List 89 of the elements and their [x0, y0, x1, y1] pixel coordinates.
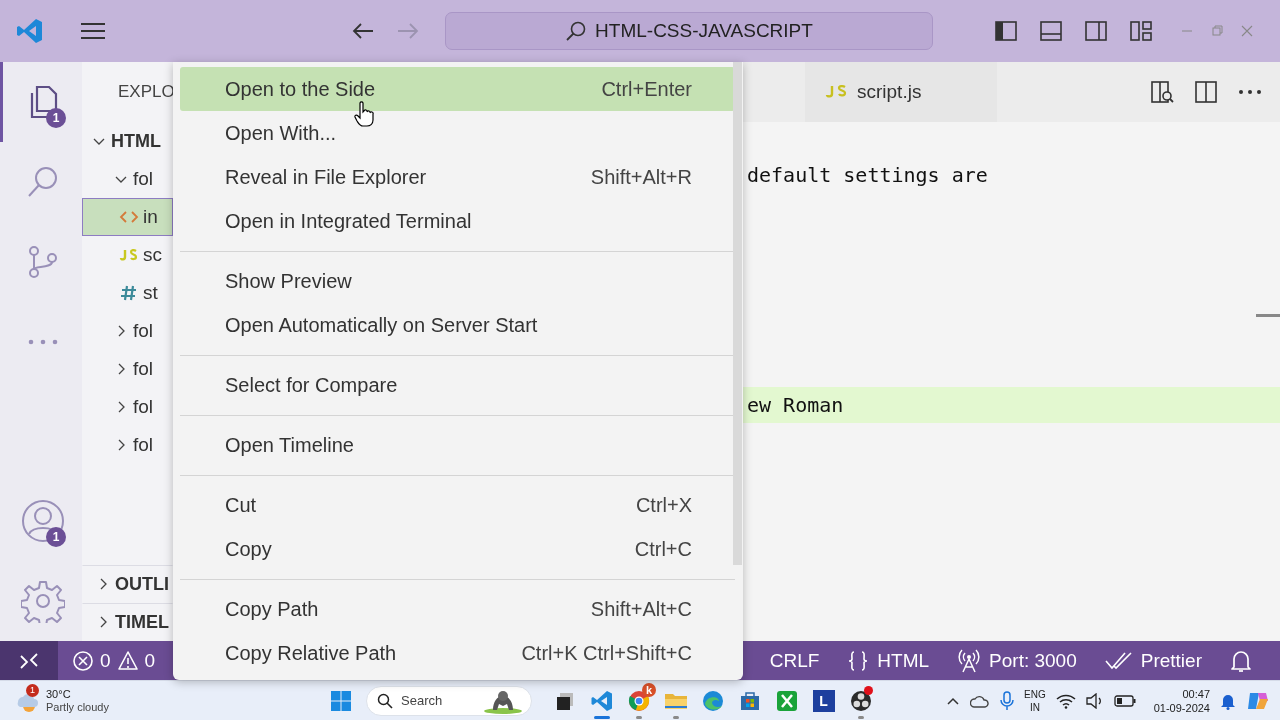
layout-icon[interactable] — [1129, 19, 1153, 43]
menu-item[interactable]: Open Automatically on Server Start — [180, 303, 735, 347]
cloud-icon[interactable] — [970, 693, 991, 708]
menu-item[interactable]: Open With... — [180, 111, 735, 155]
line-ending-button[interactable]: CRLF — [769, 649, 820, 672]
game-app-icon[interactable] — [775, 689, 798, 712]
menu-item[interactable]: Show Preview — [180, 259, 735, 303]
code-brackets-icon — [119, 209, 139, 225]
notifications-button[interactable] — [1230, 648, 1252, 673]
code-line: default settings are — [746, 162, 989, 189]
shortcut-text: Ctrl+C — [634, 537, 692, 561]
explorer-title: EXPLO — [117, 81, 173, 103]
microphone-icon[interactable] — [1000, 690, 1015, 711]
shortcut-text: Shift+Alt+C — [590, 597, 692, 621]
tree-row[interactable]: st — [82, 274, 173, 312]
start-icon[interactable] — [330, 689, 352, 712]
live-server-button[interactable]: Port: 3000 — [957, 648, 1077, 673]
section-title[interactable]: HTML — [111, 130, 161, 152]
notification-badge: 1 — [26, 683, 39, 697]
search-icon — [377, 692, 393, 709]
menu-item[interactable]: Open in Integrated Terminal — [180, 199, 735, 243]
panel-title[interactable]: OUTLI — [115, 573, 169, 595]
formatter-button[interactable]: Prettier — [1104, 649, 1202, 672]
code-editor-icon[interactable] — [590, 689, 613, 712]
menu-item[interactable]: Cut Ctrl+X — [180, 483, 735, 527]
temperature-text: 30°C — [46, 687, 72, 701]
taskbar-search-field[interactable]: Search — [366, 685, 532, 716]
app-badge: k — [642, 682, 656, 697]
scrollbar-marker — [1256, 314, 1280, 317]
menu-item[interactable]: Open Timeline — [180, 423, 735, 467]
braces-icon — [847, 649, 870, 672]
hand-cursor-icon — [354, 101, 374, 127]
weather-condition: Partly cloudy — [46, 700, 109, 714]
panel-title[interactable]: TIMEL — [115, 611, 169, 633]
menu-item[interactable]: Open to the Side Ctrl+Enter — [180, 67, 735, 111]
chevron-up-icon[interactable] — [946, 695, 961, 706]
warning-icon — [116, 649, 139, 672]
battery-icon[interactable] — [1113, 694, 1136, 707]
primary-sidebar-toggle-icon[interactable] — [994, 19, 1018, 43]
tree-row[interactable]: fol — [82, 426, 173, 464]
open-preview-icon[interactable] — [1150, 80, 1174, 104]
remote-icon — [19, 650, 39, 671]
tree-row[interactable]: sc — [82, 236, 173, 274]
warning-count: 0 — [144, 649, 156, 672]
antenna-icon — [957, 648, 982, 673]
js-file-icon — [119, 247, 139, 263]
secondary-sidebar-toggle-icon[interactable] — [1084, 19, 1108, 43]
input-language-button[interactable]: ENG IN — [1024, 687, 1046, 714]
split-editor-icon[interactable] — [1194, 80, 1218, 104]
count-badge: 1 — [46, 527, 66, 547]
command-search-field[interactable]: HTML-CSS-JAVASCRIPT — [445, 12, 933, 50]
app-logo-icon — [16, 17, 44, 45]
double-check-icon — [1104, 650, 1133, 671]
clock[interactable]: 00:47 01-09-2024 — [1153, 686, 1210, 715]
language-mode-button[interactable]: HTML — [847, 649, 930, 672]
menu-item[interactable]: Copy Path Shift+Alt+C — [180, 587, 735, 631]
tree-row[interactable]: fol — [82, 160, 173, 198]
editor-tab[interactable]: script.js — [805, 62, 997, 122]
count-badge: 1 — [46, 108, 66, 128]
shortcut-text: Ctrl+Enter — [601, 77, 692, 101]
more-actions-icon[interactable] — [1238, 89, 1262, 95]
hash-icon — [119, 285, 139, 301]
recorder-icon[interactable] — [849, 689, 872, 712]
browser-icon[interactable] — [701, 689, 724, 712]
shortcut-text: Ctrl+X — [635, 493, 692, 517]
menu-item[interactable]: Copy Ctrl+C — [180, 527, 735, 571]
wifi-icon[interactable] — [1055, 692, 1076, 709]
app-tile-icon[interactable]: L — [812, 689, 835, 712]
search-icon — [565, 20, 588, 42]
shortcut-text: Ctrl+K Ctrl+Shift+C — [521, 641, 692, 665]
error-icon — [72, 649, 94, 672]
scrollbar-thumb[interactable] — [733, 62, 742, 565]
menu-item[interactable]: Reveal in File Explorer Shift+Alt+R — [180, 155, 735, 199]
tree-row[interactable]: fol — [82, 388, 173, 426]
tree-row[interactable]: fol — [82, 312, 173, 350]
js-file-icon — [825, 84, 847, 100]
account-icon[interactable] — [20, 499, 65, 543]
menu-item[interactable]: Select for Compare — [180, 363, 735, 407]
panel-toggle-icon[interactable] — [1039, 19, 1063, 43]
shortcut-text: Shift+Alt+R — [590, 165, 692, 189]
tree-row[interactable]: in — [82, 198, 173, 236]
menu-item[interactable]: Copy Relative Path Ctrl+K Ctrl+Shift+C — [180, 631, 735, 675]
tree-row[interactable]: fol — [82, 350, 173, 388]
problems-button[interactable]: 0 0 — [58, 641, 156, 680]
volume-icon[interactable] — [1085, 692, 1104, 709]
remote-button[interactable] — [0, 641, 58, 680]
bell-icon — [1230, 648, 1252, 673]
store-icon[interactable] — [738, 689, 761, 712]
error-count: 0 — [100, 649, 111, 672]
